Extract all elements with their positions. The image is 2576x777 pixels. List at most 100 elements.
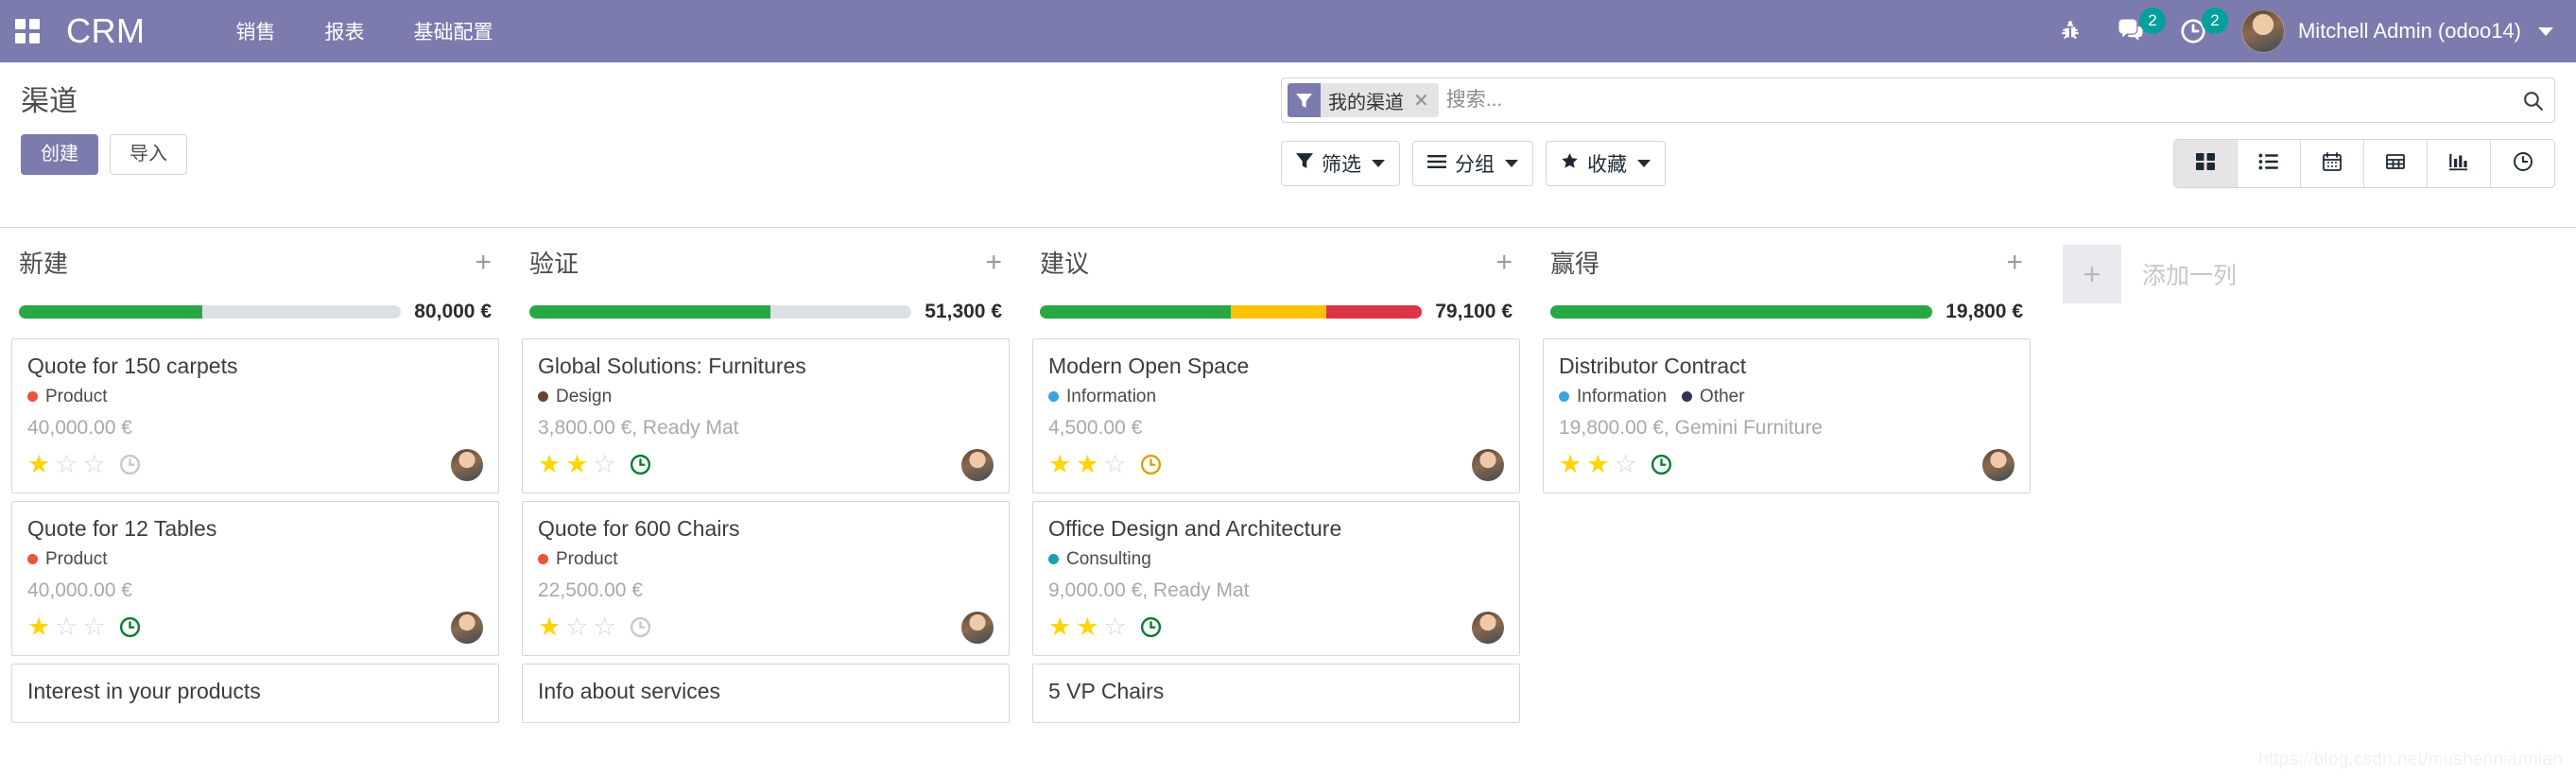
bars-icon	[1427, 152, 1446, 175]
close-icon[interactable]: ✕	[1409, 83, 1439, 117]
priority-star-icon[interactable]: ☆	[1614, 452, 1636, 477]
kanban-card[interactable]: 5 VP Chairs	[1032, 663, 1520, 724]
priority-star-icon[interactable]: ★	[1586, 452, 1609, 477]
priority-star-icon[interactable]: ★	[538, 614, 561, 640]
card-tag[interactable]: Consulting	[1048, 549, 1151, 570]
search-input[interactable]	[1445, 89, 2514, 112]
priority-star-icon[interactable]: ☆	[593, 614, 615, 640]
apps-grid-icon[interactable]	[15, 19, 40, 43]
priority-star-icon[interactable]: ★	[1048, 614, 1071, 640]
activity-clock-icon[interactable]	[1139, 453, 1163, 476]
activity-clock-icon[interactable]	[1139, 615, 1163, 639]
add-column[interactable]: + 添加一列	[2042, 228, 2533, 303]
card-assignee-avatar[interactable]	[451, 448, 483, 481]
kanban-card[interactable]: Info about services	[522, 663, 1010, 724]
view-button-calendar[interactable]	[2301, 140, 2364, 187]
card-tag[interactable]: Other	[1682, 387, 1745, 407]
card-tag[interactable]: Information	[1559, 387, 1667, 407]
card-assignee-avatar[interactable]	[1472, 611, 1504, 644]
favorites-dropdown[interactable]: 收藏	[1546, 141, 1666, 186]
kanban-card[interactable]: Modern Open Space Information 4,500.00 € ★ ★…	[1032, 338, 1520, 493]
kanban-progress-bar[interactable]	[1550, 305, 1933, 319]
app-brand-title[interactable]: CRM	[66, 11, 145, 51]
card-assignee-avatar[interactable]	[451, 611, 483, 644]
priority-star-icon[interactable]: ☆	[565, 614, 588, 640]
priority-star-icon[interactable]: ★	[1559, 452, 1582, 477]
kanban-card[interactable]: Office Design and Architecture Consulting…	[1032, 500, 1520, 656]
priority-star-icon[interactable]: ★	[538, 452, 561, 477]
view-button-graph[interactable]	[2428, 140, 2491, 187]
activity-clock-icon[interactable]	[629, 615, 652, 639]
priority-star-icon[interactable]: ☆	[55, 452, 78, 477]
card-assignee-avatar[interactable]	[1472, 448, 1504, 481]
priority-star-icon[interactable]: ☆	[1103, 452, 1126, 477]
add-column-plus-icon[interactable]: +	[2063, 245, 2121, 303]
messages-icon[interactable]: 2	[2117, 8, 2166, 45]
card-assignee-avatar[interactable]	[961, 611, 994, 644]
view-button-list[interactable]	[2238, 140, 2301, 187]
add-card-plus-icon[interactable]: +	[985, 248, 1002, 277]
priority-star-icon[interactable]: ☆	[82, 614, 105, 640]
card-assignee-avatar[interactable]	[1982, 448, 2014, 481]
filters-dropdown[interactable]: 筛选	[1281, 141, 1400, 186]
tag-color-dot	[1048, 391, 1059, 403]
priority-star-icon[interactable]: ★	[27, 614, 50, 640]
groupby-dropdown[interactable]: 分组	[1412, 141, 1533, 186]
tag-color-dot	[538, 554, 548, 564]
user-menu[interactable]: Mitchell Admin (odoo14)	[2240, 9, 2553, 53]
activities-clock-icon[interactable]: 2	[2179, 8, 2228, 45]
activity-clock-icon[interactable]	[1650, 453, 1673, 476]
priority-star-icon[interactable]: ☆	[1103, 614, 1126, 640]
kanban-card[interactable]: Quote for 12 Tables Product 40,000.00 € ★ ☆ ☆	[11, 500, 499, 656]
card-tag[interactable]: Product	[27, 387, 107, 407]
priority-star-icon[interactable]: ☆	[82, 452, 105, 477]
activity-clock-icon[interactable]	[629, 453, 652, 476]
kanban-progress-bar[interactable]	[19, 305, 402, 319]
add-card-plus-icon[interactable]: +	[2006, 248, 2023, 277]
priority-star-icon[interactable]: ★	[1048, 452, 1071, 477]
search-icon[interactable]	[2514, 89, 2545, 112]
priority-star-icon[interactable]: ★	[565, 452, 588, 477]
filter-icon	[1296, 152, 1313, 175]
kanban-card[interactable]: Interest in your products	[11, 663, 499, 724]
priority-star-icon[interactable]: ☆	[55, 614, 78, 640]
card-tag[interactable]: Product	[538, 549, 617, 570]
tag-label: Consulting	[1066, 548, 1151, 569]
view-button-kanban[interactable]	[2174, 140, 2238, 187]
menu-item-configuration[interactable]: 基础配置	[413, 17, 493, 45]
search-facet-my-pipeline[interactable]: 我的渠道 ✕	[1288, 83, 1439, 117]
kanban-progress-bar[interactable]	[1040, 305, 1423, 319]
kanban-column-title[interactable]: 赢得	[1550, 245, 1599, 280]
view-button-activity[interactable]	[2491, 140, 2554, 187]
kanban-column-title[interactable]: 验证	[529, 245, 579, 280]
kanban-card[interactable]: Global Solutions: Furnitures Design 3,800.…	[522, 338, 1010, 493]
priority-star-icon[interactable]: ☆	[593, 452, 615, 477]
priority-star-icon[interactable]: ★	[1076, 452, 1098, 477]
activity-clock-icon[interactable]	[118, 453, 142, 476]
card-tag[interactable]: Design	[538, 387, 612, 407]
kanban-card[interactable]: Quote for 150 carpets Product 40,000.00 € ★…	[11, 338, 499, 493]
kanban-card[interactable]: Quote for 600 Chairs Product 22,500.00 € ★ ☆…	[522, 500, 1010, 656]
view-button-pivot[interactable]	[2364, 140, 2428, 187]
kanban-column-cards: Modern Open Space Information 4,500.00 € ★ ★…	[1032, 338, 1520, 724]
menu-item-reporting[interactable]: 报表	[324, 17, 364, 45]
add-card-plus-icon[interactable]: +	[475, 248, 492, 277]
import-button[interactable]: 导入	[110, 134, 187, 175]
card-tag[interactable]: Information	[1048, 387, 1156, 407]
page-title: 渠道	[21, 86, 78, 117]
kanban-progress-bar[interactable]	[529, 305, 912, 319]
menu-item-sales[interactable]: 销售	[235, 17, 275, 45]
priority-star-icon[interactable]: ★	[1076, 614, 1098, 640]
search-bar[interactable]: 我的渠道 ✕	[1281, 78, 2555, 123]
card-tag[interactable]: Product	[27, 549, 107, 570]
priority-star-icon[interactable]: ★	[27, 452, 50, 477]
kanban-column-title[interactable]: 建议	[1040, 245, 1089, 280]
card-assignee-avatar[interactable]	[961, 448, 994, 481]
debug-bug-icon[interactable]	[2058, 19, 2083, 43]
create-button[interactable]: 创建	[21, 134, 98, 175]
card-footer: ★ ☆ ☆	[27, 448, 483, 481]
kanban-column-title[interactable]: 新建	[19, 245, 68, 280]
kanban-card[interactable]: Distributor Contract Information Other 19,8…	[1543, 338, 2031, 493]
activity-clock-icon[interactable]	[118, 615, 142, 639]
add-card-plus-icon[interactable]: +	[1495, 248, 1513, 277]
